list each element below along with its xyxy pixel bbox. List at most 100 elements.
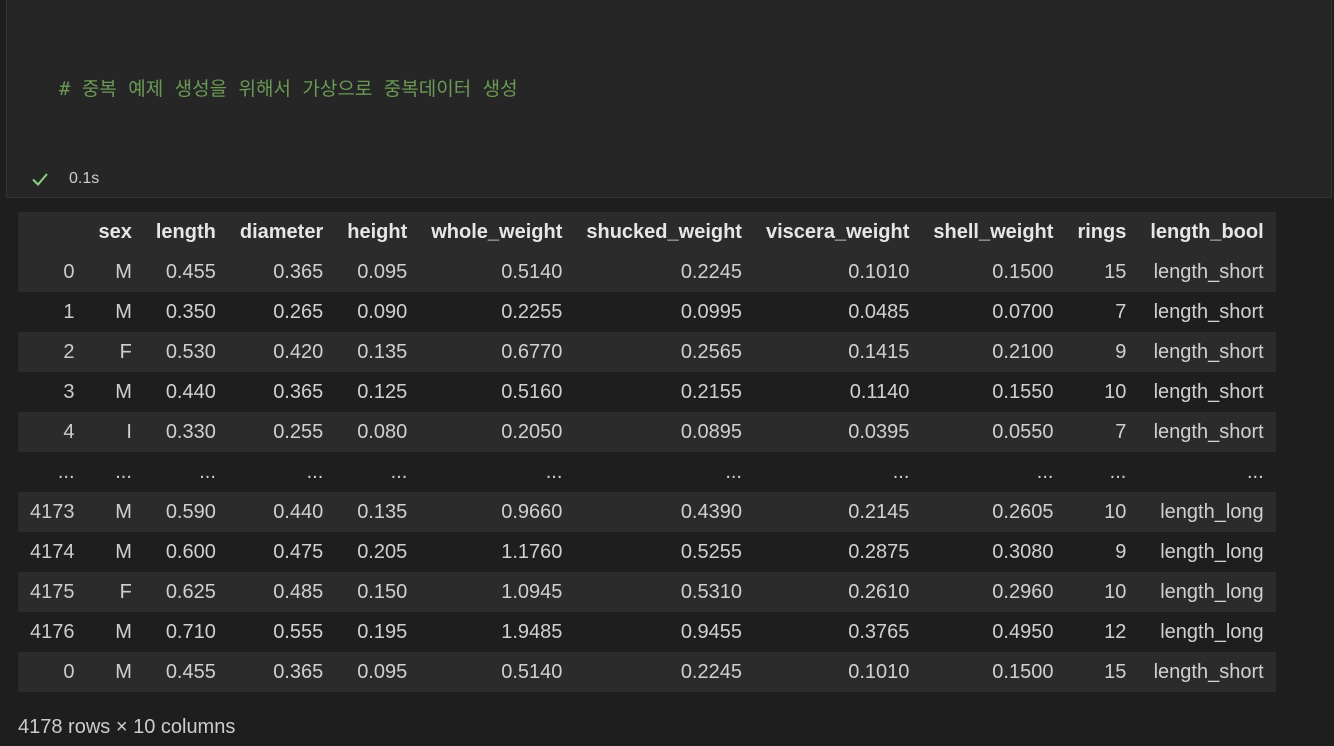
table-row: 3 M 0.440 0.365 0.125 0.5160 0.2155 0.1140 0.155… <box>18 372 1276 412</box>
table-cell: 0.2145 <box>753 492 922 532</box>
column-header: sex <box>86 212 144 252</box>
table-cell: 1.9485 <box>419 612 575 652</box>
table-cell: 0.1140 <box>753 372 922 412</box>
table-cell: ... <box>227 452 336 492</box>
table-cell: 15 <box>1065 252 1139 292</box>
table-cell: ... <box>1138 452 1276 492</box>
table-cell: 0.135 <box>335 492 420 532</box>
table-cell: 0.475 <box>227 532 336 572</box>
table-cell: 0.365 <box>227 372 336 412</box>
table-row: 2 F 0.530 0.420 0.135 0.6770 0.2565 0.1415 0.210… <box>18 332 1276 372</box>
row-index: 4175 <box>18 572 87 612</box>
table-cell: 0.590 <box>143 492 228 532</box>
table-cell: 0.2100 <box>921 332 1066 372</box>
table-cell: 0.0550 <box>921 412 1066 452</box>
row-index: 4 <box>18 412 87 452</box>
table-cell: 0.420 <box>227 332 336 372</box>
table-cell: 0.350 <box>143 292 228 332</box>
table-cell: 0.1010 <box>753 252 922 292</box>
table-header: sex length diameter height whole_weight shuck… <box>18 212 1276 252</box>
table-cell: length_long <box>1138 572 1276 612</box>
table-cell: 0.455 <box>143 252 228 292</box>
table-cell: M <box>86 252 144 292</box>
table-cell: 0.2050 <box>419 412 575 452</box>
table-cell: M <box>86 492 144 532</box>
row-index: 2 <box>18 332 87 372</box>
table-cell: 0.9660 <box>419 492 575 532</box>
execution-time: 0.1s <box>69 170 100 187</box>
execution-status: 0.1s <box>31 170 99 188</box>
table-cell: 0.1550 <box>921 372 1066 412</box>
table-cell: length_short <box>1138 292 1276 332</box>
table-cell: length_long <box>1138 492 1276 532</box>
table-cell: length_short <box>1138 332 1276 372</box>
table-cell: 0.2255 <box>419 292 575 332</box>
table-cell: 0.365 <box>227 252 336 292</box>
row-index: 4174 <box>18 532 87 572</box>
table-cell: M <box>86 292 144 332</box>
table-cell: ... <box>86 452 144 492</box>
row-index: ... <box>18 452 87 492</box>
table-cell: 1.1760 <box>419 532 575 572</box>
table-cell: 0.1500 <box>921 252 1066 292</box>
table-cell: 0.0395 <box>753 412 922 452</box>
row-index: 4176 <box>18 612 87 652</box>
table-cell: 0.1500 <box>921 652 1066 692</box>
table-cell: 0.2875 <box>753 532 922 572</box>
table-cell: 0.0485 <box>753 292 922 332</box>
table-cell: 0.095 <box>335 252 420 292</box>
table-cell: 0.0895 <box>574 412 754 452</box>
table-cell: 15 <box>1065 652 1139 692</box>
table-cell: ... <box>753 452 922 492</box>
table-row: 4175 F 0.625 0.485 0.150 1.0945 0.5310 0.2610 0.… <box>18 572 1276 612</box>
table-cell: 0.150 <box>335 572 420 612</box>
table-cell: ... <box>574 452 754 492</box>
table-cell: 0.485 <box>227 572 336 612</box>
code-cell[interactable]: # 중복 예제 생성을 위해서 가상으로 중복데이터 생성 new_abalon… <box>6 0 1332 445</box>
table-cell: 0.440 <box>143 372 228 412</box>
table-cell: 0.6770 <box>419 332 575 372</box>
table-body: 0 M 0.455 0.365 0.095 0.5140 0.2245 0.1010 0.150… <box>18 252 1276 692</box>
table-cell: 1.0945 <box>419 572 575 612</box>
column-header: whole_weight <box>419 212 575 252</box>
table-cell: ... <box>419 452 575 492</box>
table-cell: 9 <box>1065 532 1139 572</box>
column-header: length <box>143 212 228 252</box>
table-cell: 0.5140 <box>419 652 575 692</box>
check-icon <box>32 173 48 186</box>
dataframe-shape: 4178 rows × 10 columns <box>18 716 236 738</box>
table-row: 1 M 0.350 0.265 0.090 0.2255 0.0995 0.0485 0.070… <box>18 292 1276 332</box>
table-cell: 0.195 <box>335 612 420 652</box>
table-cell: length_short <box>1138 412 1276 452</box>
column-header: shell_weight <box>921 212 1066 252</box>
table-cell: M <box>86 532 144 572</box>
table-cell: M <box>86 372 144 412</box>
table-cell: 0.255 <box>227 412 336 452</box>
table-cell: 0.135 <box>335 332 420 372</box>
table-cell: 0.2245 <box>574 252 754 292</box>
table-cell: 0.710 <box>143 612 228 652</box>
table-cell: 0.095 <box>335 652 420 692</box>
table-cell: 0.5255 <box>574 532 754 572</box>
table-cell: 0.625 <box>143 572 228 612</box>
table-cell: 0.9455 <box>574 612 754 652</box>
table-cell: 9 <box>1065 332 1139 372</box>
column-header: shucked_weight <box>574 212 754 252</box>
row-index: 0 <box>18 252 87 292</box>
table-cell: 0.5310 <box>574 572 754 612</box>
table-cell: 7 <box>1065 412 1139 452</box>
table-cell: 0.2245 <box>574 652 754 692</box>
code-line-comment: # 중복 예제 생성을 위해서 가상으로 중복데이터 생성 <box>59 78 518 101</box>
table-cell: 0.455 <box>143 652 228 692</box>
column-header: diameter <box>227 212 336 252</box>
row-index: 0 <box>18 652 87 692</box>
table-row: 4174 M 0.600 0.475 0.205 1.1760 0.5255 0.2875 0.… <box>18 532 1276 572</box>
table-cell: 7 <box>1065 292 1139 332</box>
table-cell: 0.3765 <box>753 612 922 652</box>
table-cell: 0.0995 <box>574 292 754 332</box>
table-cell: 0.265 <box>227 292 336 332</box>
table-cell: 0.205 <box>335 532 420 572</box>
table-cell: 0.1010 <box>753 652 922 692</box>
table-row: 0 M 0.455 0.365 0.095 0.5140 0.2245 0.1010 0.150… <box>18 652 1276 692</box>
